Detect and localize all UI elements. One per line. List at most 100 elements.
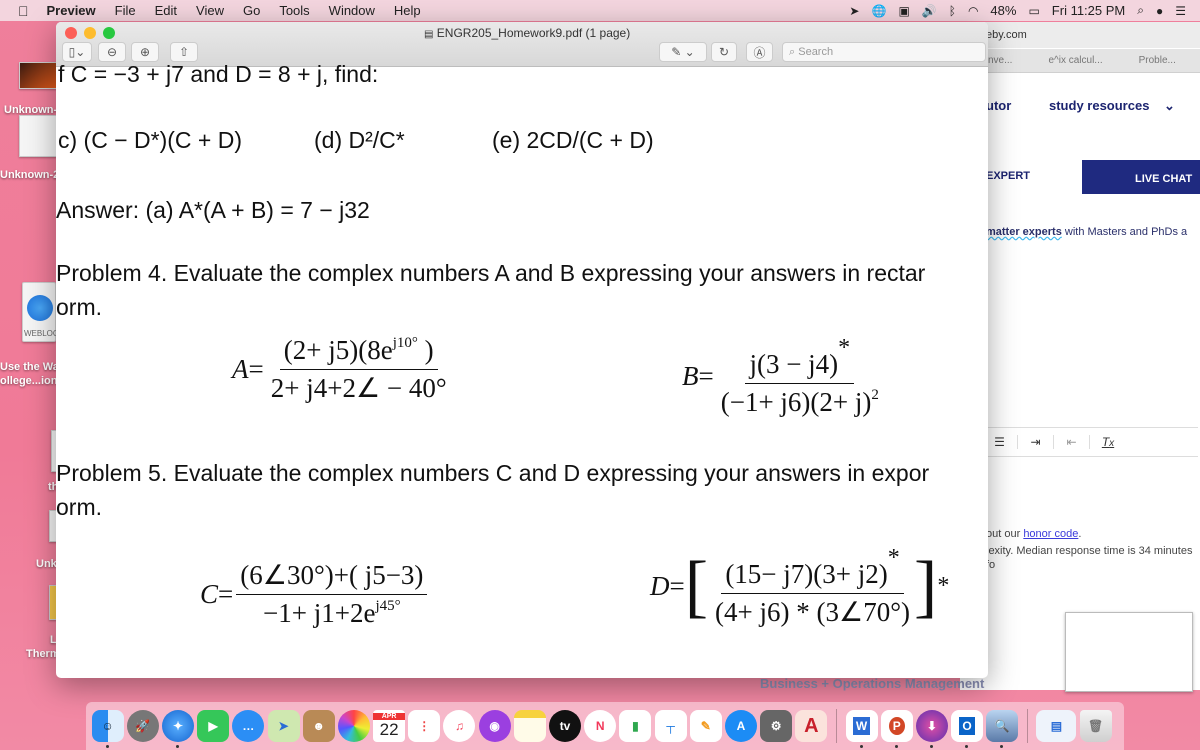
app-store-icon[interactable]: A	[724, 710, 757, 742]
volume-icon[interactable]: 🔊	[922, 4, 937, 18]
menu-go[interactable]: Go	[243, 3, 260, 18]
powerpoint-icon[interactable]: P	[880, 710, 913, 748]
notification-center-icon[interactable]: ☰	[1175, 4, 1186, 18]
zoom-out-button[interactable]: ⊖	[98, 42, 126, 62]
preview-window: ▤ ENGR205_Homework9.pdf (1 page) ▯⌄ ⊖ ⊕ …	[56, 22, 988, 678]
share-button[interactable]: ⇧	[170, 42, 198, 62]
experts-bold: matter experts	[986, 226, 1062, 238]
url-bar[interactable]: eby.com	[960, 22, 1200, 48]
battery-percent[interactable]: 48%	[990, 3, 1016, 18]
annotate-button[interactable]: Ⓐ	[746, 42, 773, 62]
nav-tutor[interactable]: utor	[986, 98, 1011, 113]
eq-b-num-sup: *	[838, 335, 851, 361]
nav-study-resources[interactable]: study resources	[1049, 98, 1149, 113]
podcasts-icon[interactable]: ◉	[478, 710, 511, 742]
keynote-icon[interactable]: ┬	[654, 710, 687, 742]
sidebar-toggle-button[interactable]: ▯⌄	[62, 42, 92, 62]
news-icon[interactable]: N	[584, 710, 617, 742]
tab-expert[interactable]: EXPERT	[986, 162, 1082, 194]
experts-rest: with Masters and PhDs a	[1061, 226, 1188, 238]
equation-b: B = j(3 − j4)* (−1+ j6)(2+ j)2	[682, 335, 883, 418]
reminders-icon[interactable]: ⋮	[408, 710, 441, 742]
desktop-file-thumbnail[interactable]	[19, 115, 57, 157]
macos-installer-icon[interactable]: ⬇	[915, 710, 948, 748]
tab-live-chat[interactable]: LIVE CHAT	[1082, 160, 1200, 194]
bookmark[interactable]: Proble...	[1103, 55, 1176, 66]
clock[interactable]: Fri 11:25 PM	[1052, 3, 1125, 18]
photos-icon[interactable]	[337, 710, 370, 742]
word-icon[interactable]: W	[845, 710, 878, 748]
menu-view[interactable]: View	[196, 3, 224, 18]
desktop-label[interactable]: Use the Wai	[0, 361, 62, 373]
battery-icon[interactable]: ▭	[1028, 4, 1039, 18]
launchpad-icon[interactable]: 🚀	[126, 710, 159, 742]
eq-d-lhs: D	[650, 571, 670, 601]
editor-toolbar: ☰ ⇥ ⇤ Tx	[982, 427, 1198, 457]
rotate-button[interactable]: ↻	[711, 42, 737, 62]
honor-code-link[interactable]: honor code	[1023, 528, 1078, 540]
status-area: ➤ 🌐 ▣ 🔊 ᛒ ◠ 48% ▭ Fri 11:25 PM ⌕ ● ☰	[849, 0, 1200, 21]
menu-edit[interactable]: Edit	[155, 3, 177, 18]
pages-icon[interactable]: ✎	[689, 710, 722, 742]
webloc-file-icon[interactable]: WEBLOC	[22, 282, 59, 342]
siri-icon[interactable]: ●	[1156, 4, 1163, 18]
menu-tools[interactable]: Tools	[279, 3, 309, 18]
eq-d-den: (4+ j6) * (3∠70°)	[715, 597, 910, 627]
outdent-icon[interactable]: ⇤	[1054, 435, 1090, 449]
finder-icon[interactable]: ☺	[91, 710, 124, 748]
close-button[interactable]	[65, 27, 77, 39]
notes-icon[interactable]	[513, 710, 546, 742]
music-icon[interactable]: ♫	[443, 710, 476, 742]
airplay-icon[interactable]: ▣	[898, 4, 909, 18]
contacts-icon[interactable]: ☻	[302, 710, 335, 742]
zoom-button[interactable]	[103, 27, 115, 39]
preview-app-icon[interactable]: 🔍	[986, 710, 1019, 748]
downloads-stack-icon[interactable]: ▤	[1036, 710, 1077, 742]
eq-a-lhs: A	[232, 354, 249, 384]
wifi-icon[interactable]: ◠	[968, 4, 978, 18]
apple-menu-icon[interactable]: 	[18, 3, 29, 19]
spotlight-icon[interactable]: ⌕	[1137, 3, 1144, 18]
menu-file[interactable]: File	[115, 3, 136, 18]
pdf-page: f C = −3 + j7 and D = 8 + j, find: c) (C…	[56, 61, 988, 678]
equation-a: A = (2+ j5)(8ej10° ) 2+ j4+2∠ − 40°	[232, 335, 451, 404]
search-input[interactable]: ⌕ Search	[782, 42, 986, 62]
facetime-icon[interactable]: ▶	[197, 710, 230, 742]
eq-b-den-text: (−1+ j6)(2+ j)	[720, 387, 872, 417]
minimize-button[interactable]	[84, 27, 96, 39]
calendar-icon[interactable]: APR 22	[373, 710, 406, 742]
maps-icon[interactable]: ➤	[267, 710, 300, 742]
zoom-in-button[interactable]: ⊕	[131, 42, 159, 62]
menu-app-preview[interactable]: Preview	[47, 3, 96, 18]
eq-b-den-sup: 2	[871, 387, 879, 403]
safari-icon[interactable]: ✦	[161, 710, 194, 748]
desktop-label[interactable]: Therm	[26, 648, 60, 660]
messages-icon[interactable]: …	[232, 710, 265, 742]
outlook-icon[interactable]: O	[951, 710, 984, 748]
numbers-icon[interactable]: ▮	[619, 710, 652, 742]
desktop-label[interactable]: Unk	[36, 558, 57, 570]
bluetooth-icon[interactable]: ᛒ	[949, 4, 956, 18]
desktop-label[interactable]: Unknown-2	[0, 169, 59, 181]
screenshot-thumbnail[interactable]	[1065, 612, 1193, 692]
menu-help[interactable]: Help	[394, 3, 421, 18]
trash-icon[interactable]: 🗑	[1079, 710, 1112, 742]
honor-text: out our honor code.	[986, 527, 1200, 541]
globe-icon[interactable]: 🌐	[871, 4, 886, 18]
eq-b-num: j(3 − j4)*	[745, 335, 855, 384]
clear-format-icon[interactable]: Tx	[1090, 435, 1126, 449]
chevron-down-icon[interactable]: ⌄	[1164, 98, 1175, 114]
part-d: (d) D²/C*	[314, 127, 405, 153]
desktop-file-thumbnail[interactable]	[19, 62, 57, 89]
apple-tv-icon[interactable]: tv	[549, 710, 582, 742]
eq-d-outer-sup: *	[937, 573, 950, 599]
problem-5-text-cont: orm.	[56, 494, 102, 520]
bookmark[interactable]: e^ix calcul...	[1012, 55, 1102, 66]
desktop-label[interactable]: ollege...ion	[0, 375, 57, 387]
indent-icon[interactable]: ⇥	[1018, 435, 1054, 449]
markup-pen-button[interactable]: ✎ ⌄	[659, 42, 707, 62]
autocad-icon[interactable]: A	[795, 710, 828, 742]
menu-window[interactable]: Window	[329, 3, 375, 18]
location-icon[interactable]: ➤	[849, 4, 859, 18]
system-preferences-icon[interactable]: ⚙	[760, 710, 793, 742]
